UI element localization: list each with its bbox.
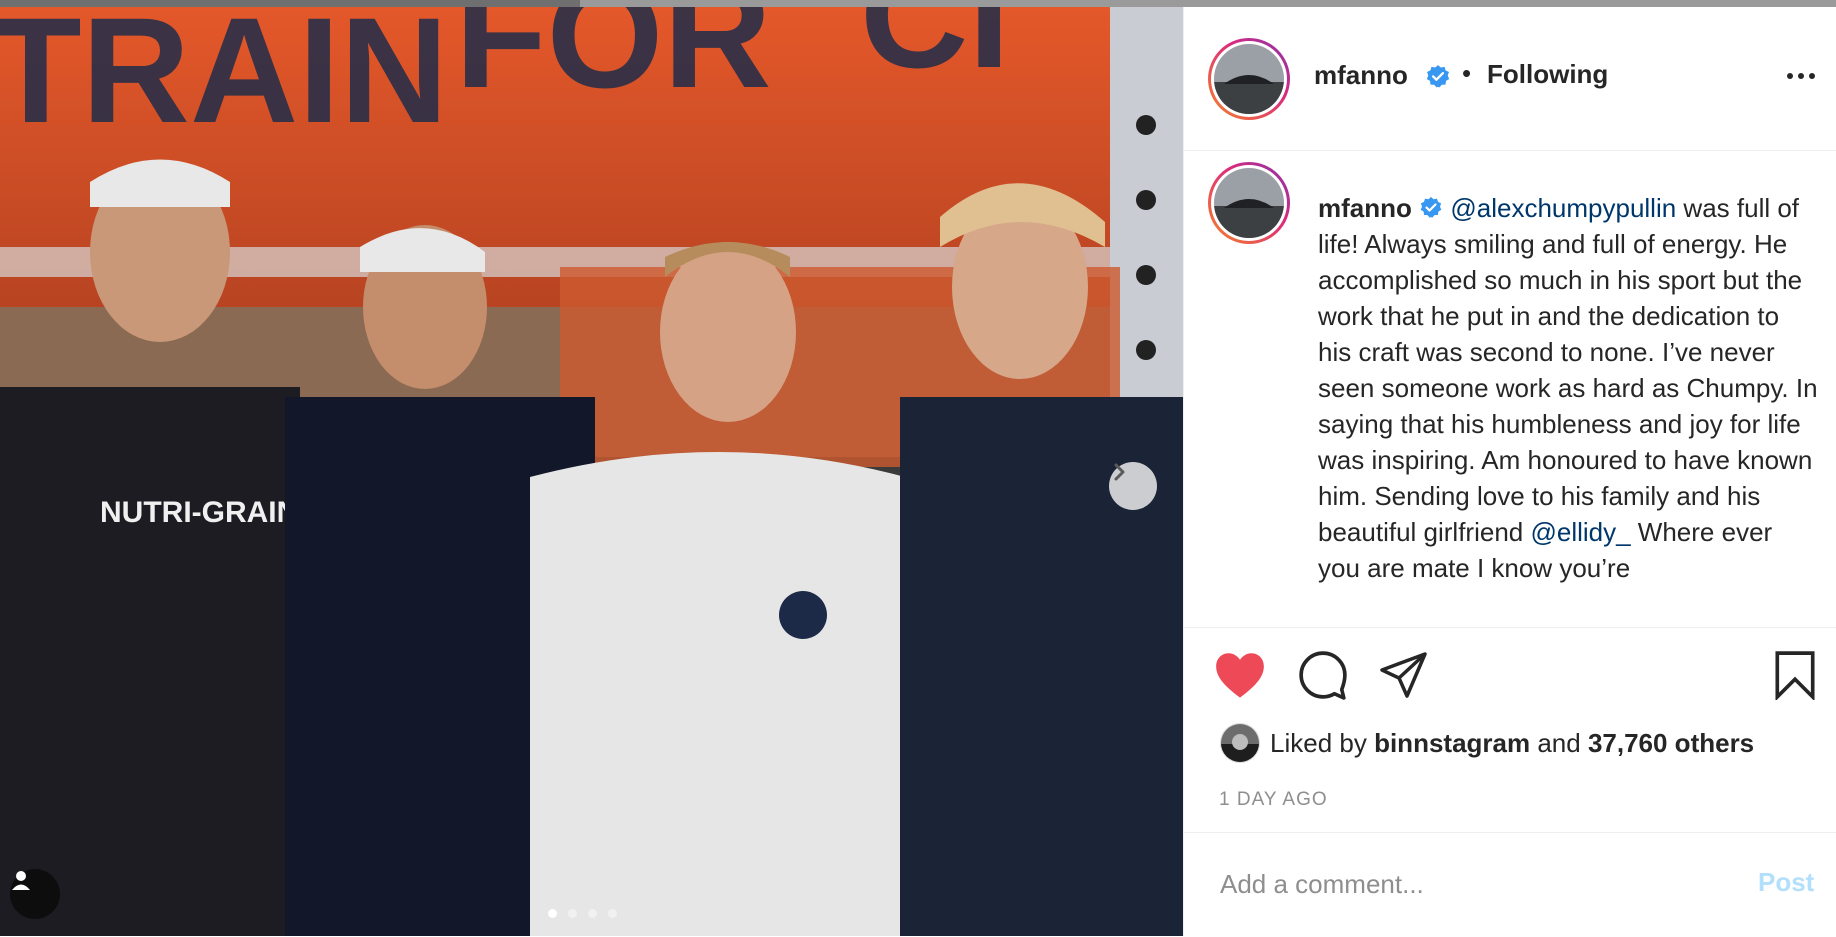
- comment-input[interactable]: [1218, 863, 1702, 905]
- action-bar: [1184, 627, 1836, 716]
- carousel-dot: [608, 909, 617, 918]
- share-icon[interactable]: [1380, 652, 1428, 698]
- avatar: [1214, 168, 1284, 238]
- caption-body: was full of life! Always smiling and ful…: [1318, 193, 1818, 547]
- caption-mention[interactable]: @alexchumpypullin: [1450, 193, 1676, 223]
- photo-illustration: TRAIN FOR CI NUTRI-GRAIN: [0, 7, 1183, 936]
- banner-letters: CI: [860, 7, 1010, 99]
- post-details-panel: mfanno • Following mfanno @alexchumpypul…: [1183, 7, 1836, 936]
- carousel-dot: [548, 909, 557, 918]
- banner-letters: TRAIN: [0, 7, 448, 154]
- chevron-right-icon: [1114, 463, 1125, 481]
- verified-icon: [1419, 193, 1443, 223]
- likes-conjunction: and: [1530, 727, 1588, 758]
- likes-summary: Liked by binnstagram and 37,760 others: [1220, 723, 1754, 763]
- verified-icon: [1425, 64, 1451, 90]
- bookmark-icon[interactable]: [1774, 650, 1816, 700]
- banner-letters: FOR: [455, 7, 772, 119]
- story-progress-bar: [0, 0, 1836, 7]
- caption-mention[interactable]: @ellidy_: [1530, 517, 1630, 547]
- shirt-logo: NUTRI-GRAIN: [100, 496, 298, 529]
- carousel-indicator: [548, 909, 617, 918]
- avatar-image: [1214, 168, 1284, 238]
- post-header: mfanno • Following: [1184, 7, 1836, 151]
- carousel-dot: [568, 909, 577, 918]
- avatar-image: [1221, 724, 1259, 762]
- comment-form: Post: [1184, 832, 1836, 937]
- more-icon[interactable]: [1787, 73, 1815, 79]
- liker-username[interactable]: binnstagram: [1374, 728, 1530, 759]
- avatar-image: [1214, 44, 1284, 114]
- next-slide-button[interactable]: [1109, 462, 1157, 510]
- liker-avatar[interactable]: [1220, 723, 1260, 763]
- comment-icon[interactable]: [1298, 650, 1348, 700]
- caption-text: mfanno @alexchumpypullin was full of lif…: [1318, 190, 1818, 586]
- heart-icon[interactable]: [1214, 652, 1266, 700]
- header-username[interactable]: mfanno: [1314, 60, 1408, 91]
- post-photo[interactable]: TRAIN FOR CI NUTRI-GRAIN: [0, 7, 1183, 936]
- profile-avatar[interactable]: [1208, 38, 1290, 120]
- user-tag-icon: [12, 871, 30, 890]
- header-separator: •: [1462, 58, 1472, 88]
- carousel-dot: [588, 909, 597, 918]
- caption-avatar[interactable]: [1208, 162, 1290, 244]
- avatar: [1214, 44, 1284, 114]
- likes-count[interactable]: 37,760 others: [1588, 728, 1754, 759]
- caption-section: mfanno @alexchumpypullin was full of lif…: [1184, 151, 1836, 627]
- user-tags-button[interactable]: [10, 869, 60, 919]
- likes-prefix: Liked by: [1270, 727, 1375, 758]
- caption-username[interactable]: mfanno: [1318, 193, 1412, 223]
- post-timestamp[interactable]: 1 DAY AGO: [1219, 789, 1328, 811]
- progress-segment: [580, 0, 1836, 7]
- post-comment-button[interactable]: Post: [1758, 867, 1814, 898]
- following-button[interactable]: Following: [1487, 59, 1608, 90]
